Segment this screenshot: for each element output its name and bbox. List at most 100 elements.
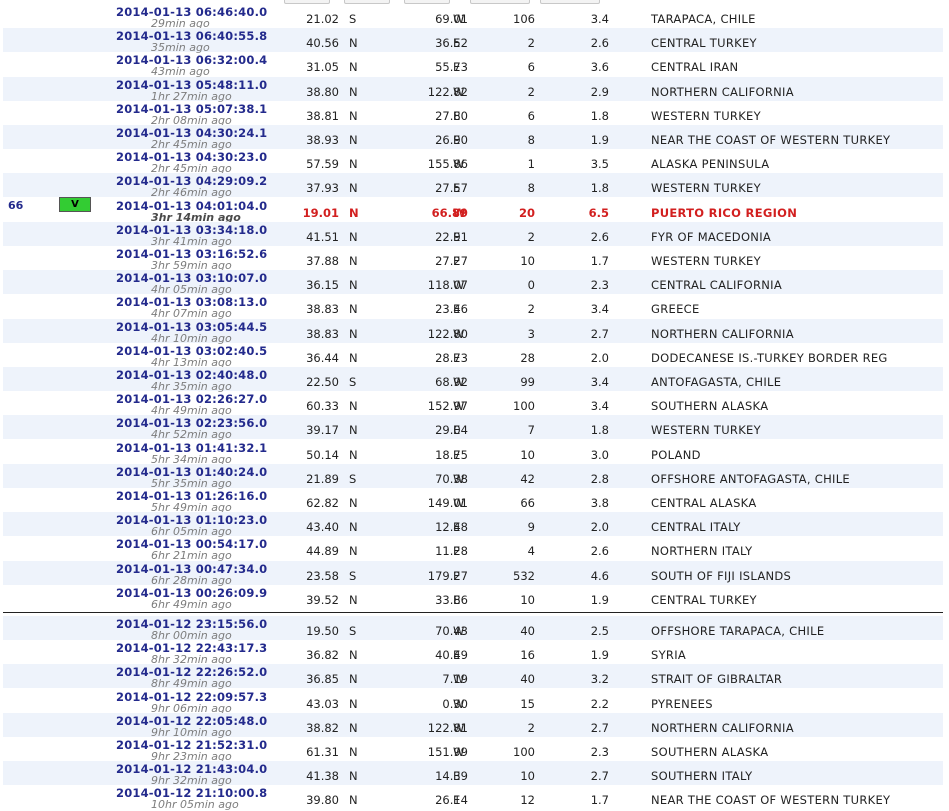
- table-row[interactable]: 2014-01-13 04:30:23.0 2hr 45min ago 57.59 N…: [3, 149, 943, 175]
- region-name: SOUTHERN ALASKA: [651, 745, 769, 759]
- table-row[interactable]: 2014-01-12 22:05:48.0 9hr 10min ago 38.82 N…: [3, 712, 943, 739]
- latitude-hemisphere: N: [349, 181, 358, 196]
- table-row[interactable]: 2014-01-13 02:26:27.0 4hr 49min ago 60.33 N…: [3, 391, 943, 417]
- region-name: CENTRAL TURKEY: [651, 36, 757, 51]
- table-row[interactable]: 2014-01-12 22:43:17.3 8hr 32min ago 36.82 N…: [3, 640, 943, 666]
- table-row[interactable]: 2014-01-12 21:43:04.0 9hr 32min ago 41.38 N…: [3, 761, 943, 787]
- depth-value: 3: [527, 326, 535, 341]
- table-row[interactable]: 2014-01-13 03:08:13.0 4hr 07min ago 38.83 N…: [3, 294, 943, 320]
- latitude-hemisphere: N: [349, 399, 358, 414]
- table-row[interactable]: 2014-01-12 22:26:52.0 8hr 49min ago 36.85 N…: [3, 664, 943, 690]
- latitude-hemisphere: N: [349, 254, 358, 268]
- region-name: NEAR THE COAST OF WESTERN TURKEY: [651, 133, 891, 147]
- latitude-hemisphere: N: [349, 544, 358, 559]
- magnitude-value: 1.9: [590, 648, 609, 663]
- region-name: POLAND: [651, 447, 701, 462]
- magnitude-value: 3.4: [590, 302, 609, 317]
- table-row[interactable]: 2014-01-13 00:26:09.9 6hr 49min ago 39.52 N…: [3, 585, 943, 611]
- latitude-value: 41.38: [306, 769, 339, 784]
- latitude-hemisphere: N: [349, 720, 358, 735]
- table-row[interactable]: 2014-01-13 05:48:11.0 1hr 27min ago 38.80 N…: [3, 76, 943, 103]
- latitude-value: 39.80: [306, 793, 339, 808]
- table-row[interactable]: 2014-01-13 00:47:34.0 6hr 28min ago 23.58 S…: [3, 560, 943, 587]
- latitude-hemisphere: N: [349, 205, 359, 220]
- table-row[interactable]: 2014-01-13 02:23:56.0 4hr 52min ago 39.17 N…: [3, 415, 943, 441]
- longitude-hemisphere: E: [453, 36, 461, 51]
- latitude-value: 19.50: [306, 624, 339, 638]
- magnitude-value: 3.8: [590, 496, 609, 510]
- longitude-hemisphere: E: [453, 181, 461, 196]
- latitude-hemisphere: N: [349, 302, 358, 317]
- region-name: OFFSHORE TARAPACA, CHILE: [651, 624, 825, 638]
- region-name: CENTRAL TURKEY: [651, 592, 757, 607]
- table-row[interactable]: 2014-01-13 05:07:38.1 2hr 08min ago 38.81 N…: [3, 101, 943, 127]
- table-row[interactable]: 2014-01-13 03:34:18.0 3hr 41min ago 41.51 N…: [3, 221, 943, 248]
- magnitude-value: 2.7: [590, 720, 609, 735]
- magnitude-value: 3.2: [590, 672, 609, 687]
- table-row[interactable]: 2014-01-13 06:46:40.0 29min ago 21.02 S 69.0…: [3, 4, 943, 30]
- table-row[interactable]: 66 V 2014-01-13 04:01:04.0 3hr 14min ago 19.…: [3, 196, 943, 224]
- region-name: ANTOFAGASTA, CHILE: [651, 375, 782, 389]
- latitude-hemisphere: N: [349, 648, 358, 663]
- latitude-value: 38.81: [306, 108, 339, 123]
- depth-value: 40: [520, 672, 535, 687]
- latitude-hemisphere: N: [349, 350, 358, 365]
- table-row[interactable]: 2014-01-13 00:54:17.0 6hr 21min ago 44.89 N…: [3, 536, 943, 562]
- magnitude-value: 2.6: [590, 36, 609, 51]
- latitude-value: 39.52: [306, 592, 339, 607]
- event-number[interactable]: 66: [8, 199, 23, 212]
- depth-value: 10: [520, 254, 535, 268]
- latitude-value: 21.89: [306, 471, 339, 486]
- depth-value: 106: [513, 12, 535, 26]
- table-row[interactable]: 2014-01-13 04:29:09.2 2hr 46min ago 37.93 N…: [3, 173, 943, 199]
- magnitude-value: 2.2: [590, 696, 609, 711]
- region-name: SOUTHERN ALASKA: [651, 399, 769, 414]
- latitude-value: 43.40: [306, 520, 339, 535]
- longitude-hemisphere: E: [453, 648, 461, 663]
- region-name: WESTERN TURKEY: [651, 254, 761, 268]
- felt-badge[interactable]: V: [59, 196, 91, 212]
- table-row[interactable]: 2014-01-13 01:40:24.0 5hr 35min ago 21.89 S…: [3, 463, 943, 490]
- depth-value: 7: [527, 423, 535, 438]
- table-row[interactable]: 2014-01-12 21:10:00.8 10hr 05min ago 39.80…: [3, 785, 943, 811]
- depth-value: 532: [513, 568, 535, 583]
- longitude-hemisphere: E: [453, 302, 461, 317]
- region-name: CENTRAL IRAN: [651, 60, 739, 75]
- latitude-hemisphere: N: [349, 769, 358, 784]
- latitude-value: 50.14: [306, 447, 339, 462]
- magnitude-value: 1.7: [590, 793, 609, 808]
- table-row[interactable]: 2014-01-12 22:09:57.3 9hr 06min ago 43.03 N…: [3, 689, 943, 715]
- latitude-value: 36.85: [306, 672, 339, 687]
- table-row[interactable]: 2014-01-13 01:10:23.0 6hr 05min ago 43.40 N…: [3, 512, 943, 538]
- table-row[interactable]: 2014-01-13 02:40:48.0 4hr 35min ago 22.50 S…: [3, 367, 943, 393]
- latitude-hemisphere: S: [349, 12, 357, 26]
- region-name: NORTHERN CALIFORNIA: [651, 84, 794, 99]
- table-row[interactable]: 2014-01-12 21:52:31.0 9hr 23min ago 61.31 N…: [3, 737, 943, 763]
- longitude-hemisphere: E: [453, 350, 461, 365]
- latitude-hemisphere: N: [349, 60, 358, 75]
- table-row[interactable]: 2014-01-13 01:41:32.1 5hr 34min ago 50.14 N…: [3, 440, 943, 466]
- longitude-hemisphere: E: [453, 423, 461, 438]
- table-row[interactable]: 2014-01-13 06:40:55.8 35min ago 40.56 N 36.5…: [3, 28, 943, 54]
- table-row[interactable]: 2014-01-12 23:15:56.0 8hr 00min ago 19.50 S…: [3, 616, 943, 642]
- region-name: NORTHERN ITALY: [651, 544, 753, 559]
- table-row[interactable]: 2014-01-13 03:16:52.6 3hr 59min ago 37.88 N…: [3, 246, 943, 272]
- magnitude-value: 3.0: [590, 447, 609, 462]
- longitude-hemisphere: E: [453, 793, 461, 808]
- table-row[interactable]: 2014-01-13 06:32:00.4 43min ago 31.05 N 55.7…: [3, 52, 943, 78]
- region-name: STRAIT OF GIBRALTAR: [651, 672, 783, 687]
- table-row[interactable]: 2014-01-13 03:10:07.0 4hr 05min ago 36.15 N…: [3, 270, 943, 296]
- table-row[interactable]: 2014-01-13 03:02:40.5 4hr 13min ago 36.44 N…: [3, 343, 943, 369]
- latitude-hemisphere: N: [349, 745, 358, 759]
- longitude-hemisphere: E: [453, 592, 461, 607]
- table-row[interactable]: 2014-01-13 03:05:44.5 4hr 10min ago 38.83 N…: [3, 318, 943, 345]
- latitude-value: 61.31: [306, 745, 339, 759]
- magnitude-value: 1.7: [590, 254, 609, 268]
- magnitude-value: 3.5: [590, 157, 609, 172]
- latitude-value: 21.02: [306, 12, 339, 26]
- region-name: WESTERN TURKEY: [651, 108, 761, 123]
- longitude-hemisphere: W: [453, 471, 465, 486]
- latitude-hemisphere: S: [349, 624, 357, 638]
- table-row[interactable]: 2014-01-13 04:30:24.1 2hr 45min ago 38.93 N…: [3, 125, 943, 151]
- table-row[interactable]: 2014-01-13 01:26:16.0 5hr 49min ago 62.82 N…: [3, 488, 943, 514]
